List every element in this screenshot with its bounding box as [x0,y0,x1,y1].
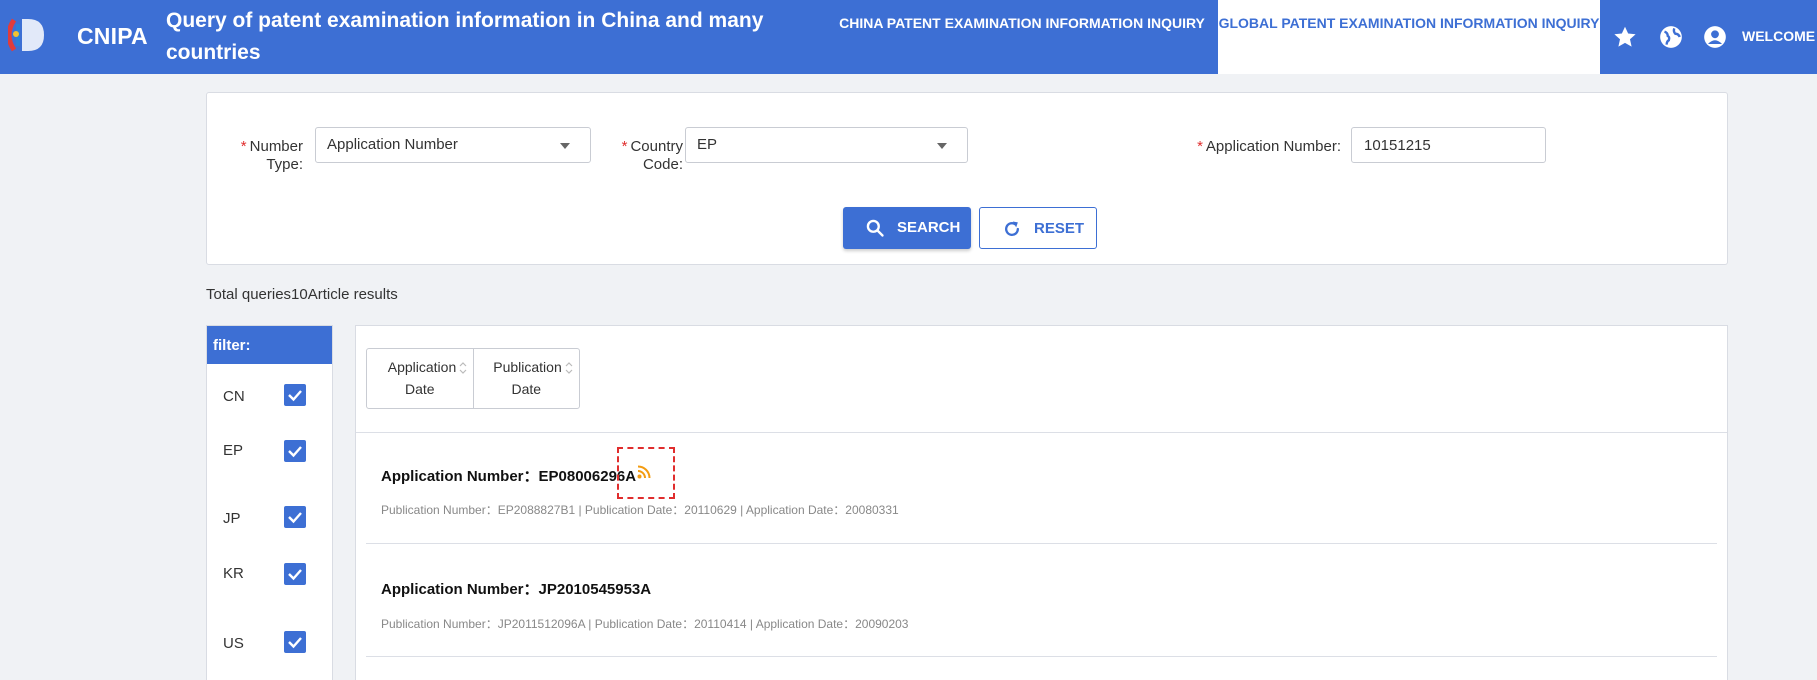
star-icon[interactable] [1612,24,1638,50]
filter-title: filter: [207,326,332,364]
filter-panel: filter: CN EP JP KR US [206,325,333,680]
filter-item-jp: JP [207,498,332,538]
number-type-value: Application Number [327,136,458,153]
reset-button[interactable]: RESET [979,207,1097,249]
filter-item-ep: EP [207,438,332,478]
search-button[interactable]: SEARCH [843,207,971,249]
nav-global-inquiry[interactable]: GLOBAL PATENT EXAMINATION INFORMATION IN… [1218,0,1600,74]
result-meta-1: Publication Number：JP2011512096A | Publi… [381,617,909,631]
welcome-link[interactable]: WELCOME [1742,28,1815,44]
sort-arrows-icon [565,362,573,374]
country-code-select[interactable]: EP [685,127,968,163]
required-mark: * [240,138,247,155]
checkbox-checked-icon[interactable] [284,506,306,528]
divider [366,656,1717,657]
divider [356,432,1727,433]
checkbox-checked-icon[interactable] [284,384,306,406]
sort-publication-date[interactable]: Publication Date [472,349,580,408]
globe-icon[interactable] [1658,24,1684,50]
refresh-icon [1005,221,1020,237]
required-mark: * [1197,138,1203,155]
sort-label: Publication Date [493,359,562,397]
checkbox-checked-icon[interactable] [284,440,306,462]
filter-item-cn: CN [207,376,332,416]
filter-code: EP [223,442,244,459]
results-panel: Application Date Publication Date Applic… [355,325,1728,680]
sort-arrows-icon [459,362,466,374]
filter-code: US [223,635,244,652]
application-number-label: * Application Number: [1197,138,1341,155]
chevron-down-icon [560,143,570,149]
search-panel: * Number Type: Application Number * Countr… [206,92,1728,265]
result-meta-0: Publication Number：EP2088827B1 | Publica… [381,503,899,517]
required-mark: * [621,138,628,155]
sort-controls: Application Date Publication Date [366,348,580,409]
number-type-label: * Number Type: [240,138,303,173]
filter-item-kr: KR [207,561,332,601]
nav-china-inquiry[interactable]: CHINA PATENT EXAMINATION INFORMATION INQ… [832,0,1212,74]
filter-code: CN [223,388,245,405]
application-number-input[interactable] [1351,127,1546,163]
reset-button-label: RESET [1034,220,1085,237]
search-icon [866,219,884,237]
filter-code: JP [223,510,241,527]
number-type-select[interactable]: Application Number [315,127,591,163]
checkbox-checked-icon[interactable] [284,563,306,585]
checkbox-checked-icon[interactable] [284,631,306,653]
cnipa-logo-icon [8,18,44,52]
site-title: Query of patent examination information … [166,9,764,64]
divider [366,543,1717,544]
sort-application-date[interactable]: Application Date [367,349,473,408]
sort-label: Application Date [387,359,457,397]
result-title-0[interactable]: Application Number：EP08006296A [381,465,636,486]
country-code-value: EP [697,136,718,153]
country-code-label: * Country Code: [621,138,683,173]
filter-code: KR [223,565,244,582]
filter-item-us: US [207,623,332,663]
top-header: CNIPA Query of patent examination inform… [0,0,1817,74]
user-icon[interactable] [1702,24,1728,50]
result-title-1[interactable]: Application Number：JP2010545953A [381,578,651,599]
chevron-down-icon [937,143,947,149]
search-button-label: SEARCH [897,219,961,236]
brand-name: CNIPA [77,23,148,49]
rss-feed-icon[interactable] [637,465,651,479]
total-results-text: Total queries10Article results [206,286,398,303]
